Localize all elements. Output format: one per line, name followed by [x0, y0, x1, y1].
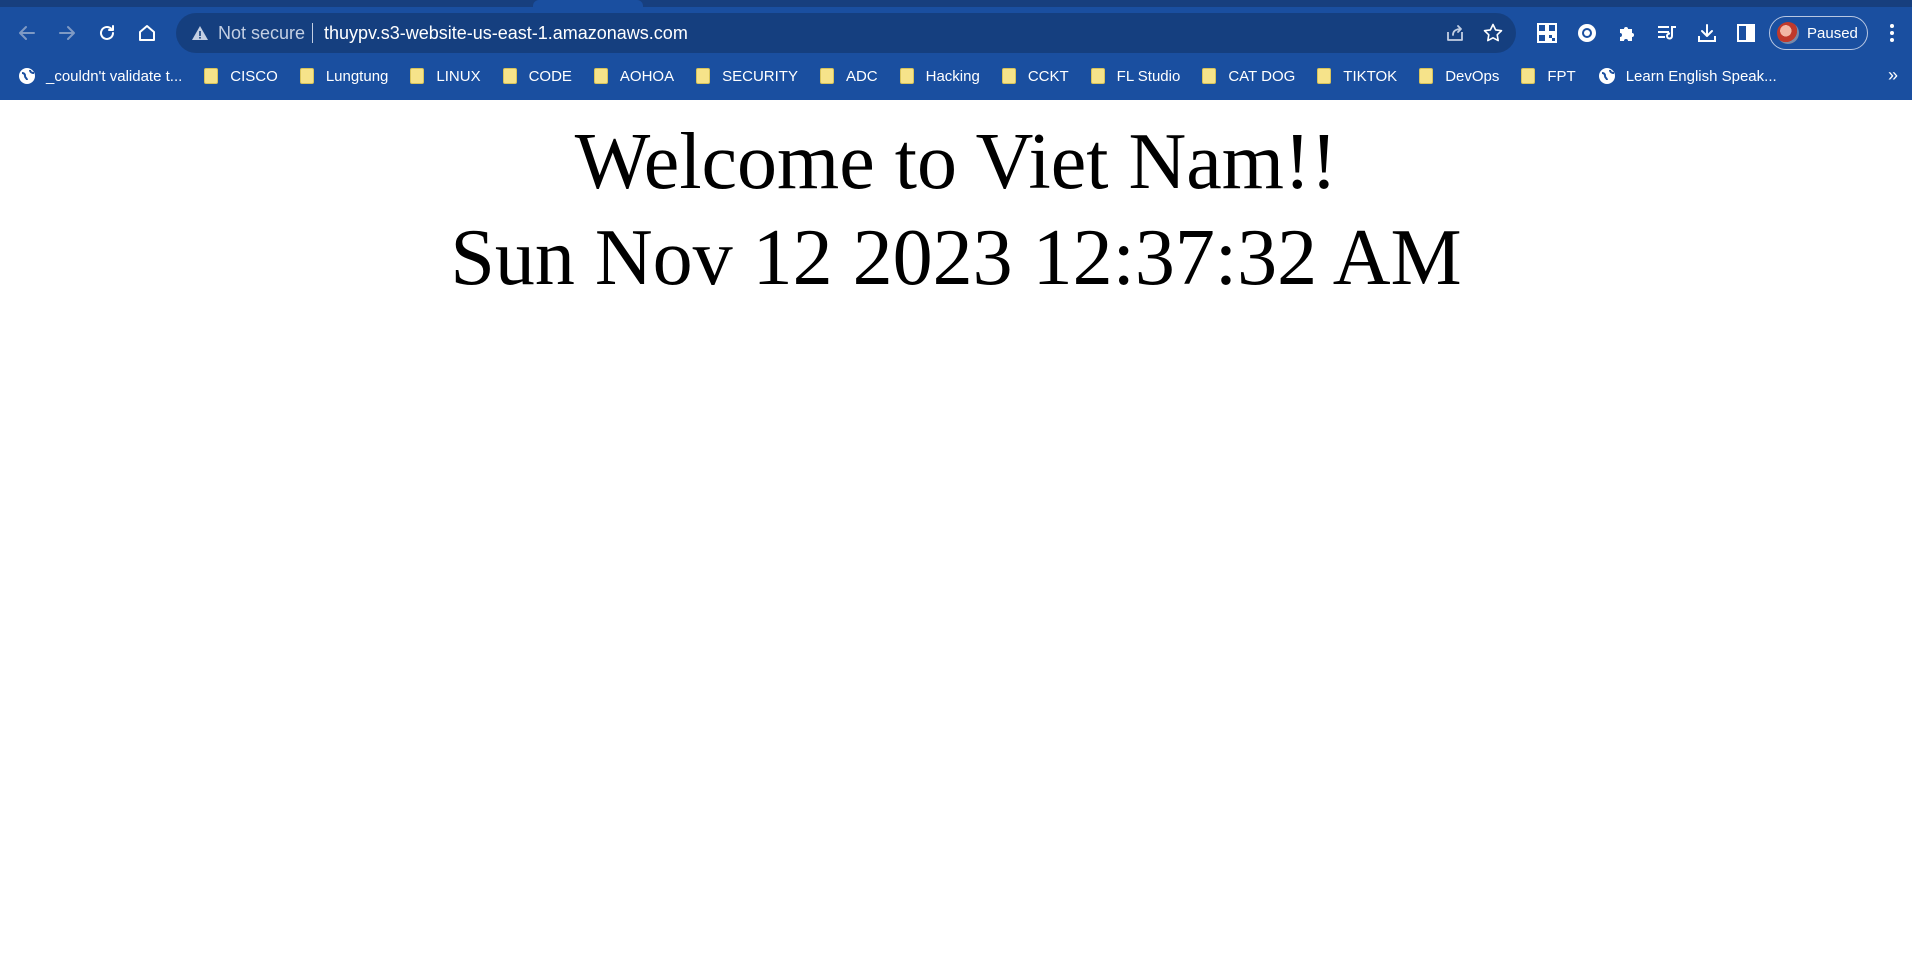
- browser-toolbar: Not secure thuypv.s3-website-us-east-1.a…: [0, 7, 1912, 59]
- reload-button[interactable]: [90, 16, 124, 50]
- bookmark-folder[interactable]: Hacking: [899, 62, 980, 90]
- bookmark-label: FPT: [1547, 67, 1576, 85]
- bookmark-folder[interactable]: CAT DOG: [1202, 62, 1295, 90]
- bookmark-item[interactable]: Learn English Speak...: [1598, 62, 1777, 90]
- active-tab[interactable]: [533, 0, 643, 7]
- qr-code-extension-icon[interactable]: [1533, 19, 1561, 47]
- bookmark-folder[interactable]: DevOps: [1419, 62, 1499, 90]
- page-content: Welcome to Viet Nam!! Sun Nov 12 2023 12…: [0, 100, 1912, 977]
- share-icon[interactable]: [1444, 22, 1466, 49]
- profile-button[interactable]: Paused: [1769, 16, 1868, 50]
- warning-icon[interactable]: [190, 23, 210, 43]
- url-text[interactable]: thuypv.s3-website-us-east-1.amazonaws.co…: [324, 23, 688, 43]
- avatar: [1777, 22, 1799, 44]
- bookmark-folder[interactable]: Lungtung: [299, 62, 389, 90]
- bookmarks-bar: _couldn't validate t... CISCO Lungtung L…: [0, 59, 1912, 93]
- bookmark-label: SECURITY: [722, 67, 798, 85]
- bookmark-label: _couldn't validate t...: [46, 67, 183, 85]
- folder-icon: [1317, 68, 1332, 84]
- back-arrow-icon: [19, 26, 35, 40]
- security-status[interactable]: Not secure: [218, 23, 305, 43]
- folder-icon: [1419, 68, 1434, 84]
- folder-icon: [819, 68, 834, 84]
- back-button[interactable]: [10, 16, 44, 50]
- folder-icon: [1202, 68, 1217, 84]
- bookmark-folder[interactable]: FL Studio: [1090, 62, 1181, 90]
- bookmark-folder[interactable]: AOHOA: [593, 62, 675, 90]
- folder-icon: [696, 68, 711, 84]
- bookmark-folder[interactable]: CODE: [502, 62, 572, 90]
- bookmark-label: CAT DOG: [1228, 67, 1296, 85]
- home-icon: [139, 25, 155, 41]
- tab-strip: [0, 0, 1912, 7]
- extensions-puzzle-icon[interactable]: [1613, 19, 1641, 47]
- bookmark-folder[interactable]: SECURITY: [696, 62, 798, 90]
- bookmark-folder[interactable]: CCKT: [1001, 62, 1069, 90]
- circle-extension-icon[interactable]: [1573, 19, 1601, 47]
- folder-icon: [502, 68, 517, 84]
- globe-icon: [18, 67, 36, 85]
- folder-icon: [1521, 68, 1536, 84]
- bookmark-star-icon[interactable]: [1482, 22, 1504, 49]
- forward-button[interactable]: [50, 16, 84, 50]
- page-title: Welcome to Viet Nam!!: [574, 118, 1338, 206]
- folder-icon: [1090, 68, 1105, 84]
- profile-status: Paused: [1807, 24, 1858, 42]
- bookmark-label: Hacking: [925, 67, 980, 85]
- bookmark-label: Learn English Speak...: [1625, 67, 1777, 85]
- browser-menu-icon[interactable]: [1880, 19, 1904, 47]
- folder-icon: [1001, 68, 1016, 84]
- bookmark-label: CCKT: [1027, 67, 1069, 85]
- bookmark-label: TIKTOK: [1343, 67, 1398, 85]
- address-separator: [312, 23, 313, 43]
- bookmark-folder[interactable]: ADC: [819, 62, 878, 90]
- bookmark-label: CODE: [528, 67, 572, 85]
- browser-chrome: Not secure thuypv.s3-website-us-east-1.a…: [0, 0, 1912, 100]
- folder-icon: [299, 68, 314, 84]
- globe-icon: [1598, 67, 1616, 85]
- media-queue-icon[interactable]: [1653, 19, 1681, 47]
- bookmark-label: LINUX: [436, 67, 481, 85]
- bookmark-label: DevOps: [1445, 67, 1500, 85]
- forward-arrow-icon: [59, 26, 75, 40]
- side-panel-icon[interactable]: [1732, 19, 1760, 47]
- bookmark-item[interactable]: _couldn't validate t...: [18, 62, 182, 90]
- bookmark-label: FL Studio: [1116, 67, 1181, 85]
- folder-icon: [410, 68, 425, 84]
- date-time-display: Sun Nov 12 2023 12:37:32 AM: [450, 214, 1462, 302]
- bookmark-label: AOHOA: [619, 67, 675, 85]
- home-button[interactable]: [130, 16, 164, 50]
- bookmark-folder[interactable]: CISCO: [204, 62, 278, 90]
- bookmark-label: CISCO: [230, 67, 278, 85]
- reload-icon: [100, 25, 114, 40]
- bookmark-folder[interactable]: FPT: [1521, 62, 1576, 90]
- bookmarks-overflow-button[interactable]: »: [1888, 65, 1898, 86]
- folder-icon: [593, 68, 608, 84]
- bookmark-folder[interactable]: TIKTOK: [1317, 62, 1397, 90]
- address-bar[interactable]: Not secure thuypv.s3-website-us-east-1.a…: [176, 13, 1516, 53]
- bookmark-folder[interactable]: LINUX: [410, 62, 481, 90]
- bookmark-label: ADC: [845, 67, 878, 85]
- folder-icon: [899, 68, 914, 84]
- bookmark-label: Lungtung: [325, 67, 389, 85]
- folder-icon: [204, 68, 219, 84]
- download-icon[interactable]: [1693, 19, 1721, 47]
